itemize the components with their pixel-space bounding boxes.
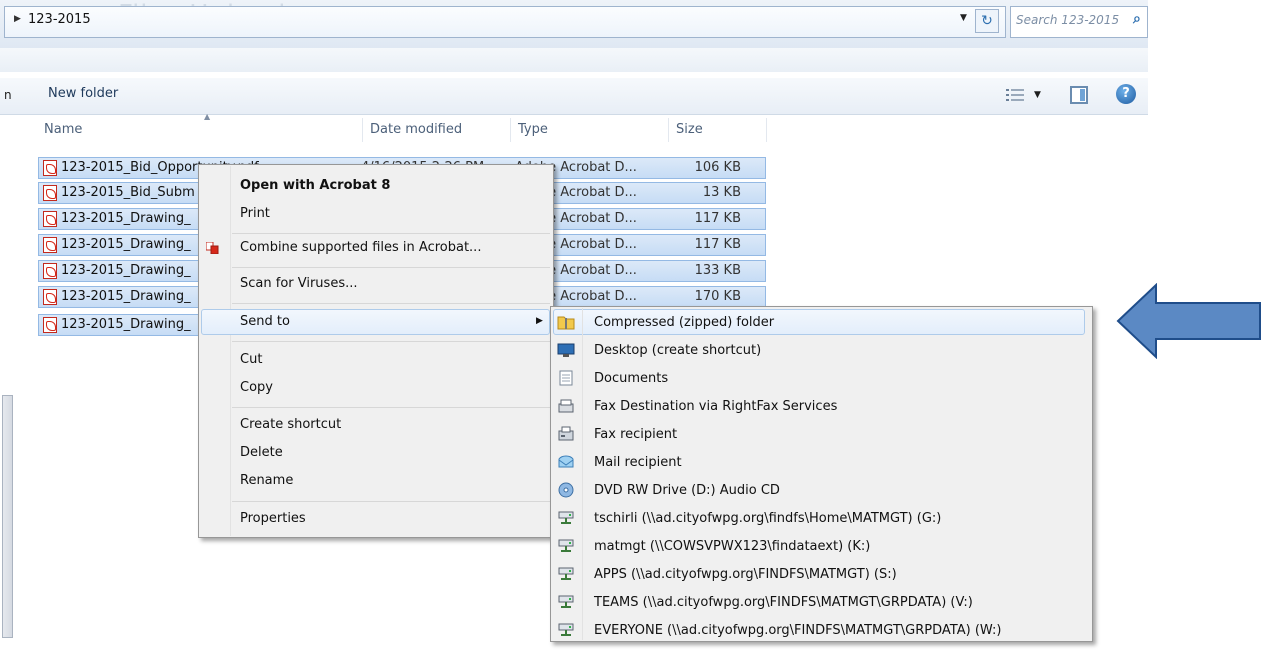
menu-separator: [232, 341, 550, 342]
submenu-item-desktop[interactable]: Desktop (create shortcut): [594, 343, 761, 358]
zip-folder-icon: [557, 316, 575, 330]
network-drive-icon: [558, 539, 574, 552]
menu-item-open-with-acrobat[interactable]: Open with Acrobat 8: [240, 178, 390, 193]
menu-item-properties[interactable]: Properties: [240, 511, 306, 526]
column-divider[interactable]: [668, 118, 669, 142]
submenu-item-documents[interactable]: Documents: [594, 371, 668, 386]
menu-bar-strip: [0, 48, 1148, 72]
file-size: 117 KB: [694, 211, 741, 226]
submenu-item-mail-recipient[interactable]: Mail recipient: [594, 455, 682, 470]
new-folder-button[interactable]: New folder: [48, 86, 118, 101]
menu-item-print[interactable]: Print: [240, 206, 270, 221]
column-header-date-modified[interactable]: Date modified: [370, 122, 462, 137]
menu-separator: [232, 501, 550, 502]
pdf-file-icon: [43, 289, 57, 305]
submenu-item-drive-s[interactable]: APPS (\\ad.cityofwpg.org\FINDFS\MATMGT) …: [594, 567, 897, 582]
help-icon[interactable]: ?: [1116, 84, 1136, 104]
network-drive-icon: [558, 623, 574, 636]
search-placeholder: Search 123-2015: [1016, 13, 1120, 27]
command-bar: [0, 78, 1148, 115]
file-name: 123-2015_Drawing_: [61, 211, 191, 226]
pointer-arrow-annotation: [1116, 283, 1261, 359]
file-name: 123-2015_Drawing_: [61, 263, 191, 278]
menu-separator: [232, 407, 550, 408]
toolbar-truncated-item[interactable]: n: [4, 88, 12, 102]
sort-ascending-icon: ▲: [204, 112, 211, 121]
submenu-item-fax-recipient[interactable]: Fax recipient: [594, 427, 677, 442]
mail-recipient-icon: [558, 455, 574, 468]
dvd-drive-icon: [558, 482, 574, 498]
breadcrumb-folder[interactable]: 123-2015: [28, 12, 91, 27]
menu-gutter: [230, 166, 231, 536]
column-header-name[interactable]: Name: [44, 122, 82, 137]
network-drive-icon: [558, 511, 574, 524]
file-name: 123-2015_Drawing_: [61, 289, 191, 304]
column-header-type[interactable]: Type: [518, 122, 548, 137]
menu-separator: [232, 267, 550, 268]
pdf-file-icon: [43, 263, 57, 279]
breadcrumb-chevron-icon[interactable]: ▶: [14, 14, 21, 24]
menu-separator: [232, 303, 550, 304]
column-header-size[interactable]: Size: [676, 122, 703, 137]
submenu-item-drive-v[interactable]: TEAMS (\\ad.cityofwpg.org\FINDFS\MATMGT\…: [594, 595, 973, 610]
submenu-item-drive-w[interactable]: EVERYONE (\\ad.cityofwpg.org\FINDFS\MATM…: [594, 623, 1001, 638]
network-drive-icon: [558, 595, 574, 608]
fax-destination-icon: [558, 399, 574, 413]
submenu-arrow-icon: ▶: [536, 316, 543, 326]
menu-item-delete[interactable]: Delete: [240, 445, 283, 460]
column-divider[interactable]: [766, 118, 767, 142]
pdf-file-icon: [43, 185, 57, 201]
navigation-scrollbar[interactable]: [2, 395, 13, 638]
submenu-item-dvd-drive[interactable]: DVD RW Drive (D:) Audio CD: [594, 483, 780, 498]
file-size: 13 KB: [702, 185, 741, 200]
menu-item-send-to[interactable]: Send to: [240, 314, 290, 329]
file-name: 123-2015_Drawing_: [61, 237, 191, 252]
network-drive-icon: [558, 567, 574, 580]
menu-item-combine-in-acrobat[interactable]: Combine supported files in Acrobat...: [240, 240, 481, 255]
fax-recipient-icon: [558, 426, 574, 441]
desktop-icon: [557, 343, 575, 357]
file-size: 117 KB: [694, 237, 741, 252]
column-divider[interactable]: [362, 118, 363, 142]
file-name: 123-2015_Bid_Subm: [61, 185, 195, 200]
submenu-item-drive-g[interactable]: tschirli (\\ad.cityofwpg.org\findfs\Home…: [594, 511, 941, 526]
column-divider[interactable]: [510, 118, 511, 142]
menu-item-cut[interactable]: Cut: [240, 352, 262, 367]
submenu-item-drive-k[interactable]: matmgt (\\COWSVPWX123\findataext) (K:): [594, 539, 870, 554]
menu-gutter: [582, 308, 583, 640]
pdf-file-icon: [43, 211, 57, 227]
refresh-button[interactable]: ↻: [975, 9, 999, 33]
pdf-file-icon: [43, 160, 57, 176]
refresh-icon: ↻: [981, 13, 993, 29]
submenu-item-fax-destination[interactable]: Fax Destination via RightFax Services: [594, 399, 837, 414]
change-view-icon[interactable]: [1006, 88, 1024, 102]
view-options-dropdown-icon[interactable]: ▼: [1034, 90, 1041, 100]
preview-pane-icon[interactable]: [1070, 86, 1088, 104]
file-name: 123-2015_Drawing_: [61, 317, 191, 332]
pdf-file-icon: [43, 237, 57, 253]
documents-icon: [559, 370, 573, 386]
menu-item-rename[interactable]: Rename: [240, 473, 293, 488]
menu-item-create-shortcut[interactable]: Create shortcut: [240, 417, 341, 432]
file-size: 170 KB: [694, 289, 741, 304]
menu-separator: [232, 233, 550, 234]
menu-item-scan-for-viruses[interactable]: Scan for Viruses...: [240, 276, 358, 291]
address-history-dropdown-icon[interactable]: ▼: [960, 13, 967, 23]
file-size: 133 KB: [694, 263, 741, 278]
submenu-item-compressed-folder[interactable]: Compressed (zipped) folder: [594, 315, 774, 330]
pdf-file-icon: [43, 317, 57, 333]
menu-item-copy[interactable]: Copy: [240, 380, 273, 395]
acrobat-combine-icon: [206, 242, 219, 254]
search-icon[interactable]: ⌕: [1133, 11, 1141, 27]
file-size: 106 KB: [694, 160, 741, 175]
address-bar[interactable]: [4, 6, 1006, 38]
